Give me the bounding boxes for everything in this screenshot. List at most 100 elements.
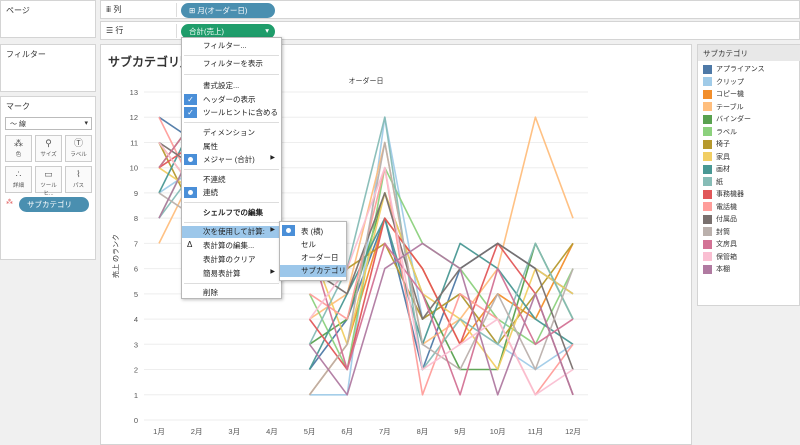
menu-item-edit-table-calc-label: 表計算の編集... [203,241,255,250]
pages-pane: ページ [0,0,96,38]
legend-label: 画材 [716,166,730,173]
color-icon: ⁂ [14,138,23,148]
menu-separator [184,169,279,170]
legend-item[interactable]: 文房具 [703,239,737,251]
y-tick-label: 9 [134,189,138,198]
x-tick-label: 3月 [228,427,240,436]
y-tick-label: 3 [134,340,138,349]
submenu-item-cell[interactable]: セル [280,239,346,251]
legend-item[interactable]: バインダー [703,114,751,126]
legend-swatch [703,252,712,262]
marks-title: マーク [6,102,30,111]
rows-icon: ☰ [106,26,116,35]
legend-label: 文房具 [716,241,737,248]
detail-button[interactable]: ∴ 詳細 [5,166,32,193]
x-tick-label: 6月 [341,427,353,436]
legend-label: 家具 [716,153,730,161]
x-tick-label: 9月 [454,427,466,436]
month-order-date-pill[interactable]: ⊞ 月(オーダー日) [181,3,275,18]
legend-item[interactable]: 事務機器 [703,189,744,201]
menu-separator [184,122,279,123]
column-header: オーダー日 [349,76,384,85]
mark-type-dropdown[interactable]: 〜 線 ▾ [5,117,92,130]
legend-item[interactable]: 電話機 [703,202,737,214]
legend-item[interactable]: アプライアンス [703,64,765,76]
tooltip-button[interactable]: ▭ ツールヒ... [35,166,62,197]
menu-item-filter[interactable]: フィルター... [182,40,281,52]
legend-label: 保管箱 [716,253,737,261]
menu-item-dimension[interactable]: ディメンション [182,127,281,139]
columns-shelf: ⅲ 列 ⊞ 月(オーダー日) [100,0,800,19]
menu-item-show-filter[interactable]: フィルターを表示 [182,58,281,70]
legend-label: アプライアンス [716,66,765,73]
legend-item[interactable]: 家具 [703,152,730,164]
y-tick-label: 12 [130,113,138,122]
submenu-item-order-date[interactable]: オーダー日 [280,252,346,264]
x-tick-label: 5月 [304,427,316,436]
menu-item-format[interactable]: 書式設定... [182,80,281,92]
chevron-down-icon: ▾ [265,26,269,35]
submenu-arrow-icon: ▶ [270,227,275,233]
menu-item-discrete[interactable]: 不連続 [182,174,281,186]
menu-item-show-header[interactable]: ヘッダーの表示 [182,94,281,106]
menu-item-delete[interactable]: 削除 [182,287,281,299]
x-tick-label: 4月 [266,427,278,436]
line-icon: 〜 [10,121,17,128]
menu-item-measure-sum[interactable]: メジャー (合計) ▶ [182,154,281,166]
legend-label: 事務機器 [716,191,744,198]
submenu-item-subcategory[interactable]: サブカテゴリ [280,265,346,277]
y-tick-label: 5 [134,290,138,299]
path-icon: ⌇ [76,169,81,179]
menu-separator [184,283,279,284]
y-tick-label: 10 [130,164,138,173]
menu-item-compute-using[interactable]: 次を使用して計算: ▶ [182,226,281,238]
y-tick-label: 11 [130,138,138,147]
menu-item-attribute[interactable]: 属性 [182,141,281,153]
path-button[interactable]: ⌇ パス [65,166,92,193]
submenu-item-table-across[interactable]: 表 (横) [280,226,346,238]
legend-label: 電話機 [716,203,737,211]
menu-item-include-in-tooltip[interactable]: ツールヒントに含める [182,107,281,119]
menu-item-edit-in-shelf[interactable]: シェルフでの編集 [182,207,281,219]
y-tick-label: 7 [134,239,138,248]
menu-item-clear-table-calc[interactable]: 表計算のクリア [182,254,281,266]
legend-item[interactable]: 封筒 [703,227,730,239]
columns-shelf-label: ⅲ 列 [106,4,121,15]
legend-item[interactable]: 紙 [703,177,723,189]
size-button[interactable]: ⚲ サイズ [35,135,62,162]
pill-context-menu: フィルター... フィルターを表示 書式設定... ✓ ヘッダーの表示 ✓ ツー… [181,37,282,299]
submenu-arrow-icon: ▶ [270,155,275,161]
menu-item-measure-sum-label: メジャー (合計) [203,155,255,164]
menu-item-edit-table-calc[interactable]: Δ 表計算の編集... [182,240,281,252]
subcategory-color-pill[interactable]: サブカテゴリ [19,197,89,212]
compute-using-submenu: 表 (横) セル オーダー日 サブカテゴリ [279,221,347,281]
legend-swatch [703,139,712,149]
legend-swatch [703,127,712,137]
menu-item-quick-table-calc[interactable]: 簡易表計算 ▶ [182,268,281,280]
y-tick-label: 13 [130,88,138,97]
legend-item[interactable]: ラベル [703,127,737,139]
legend-item[interactable]: 本棚 [703,264,730,276]
legend-item[interactable]: クリップ [703,77,744,89]
color-legend: サブカテゴリ アプライアンス クリップ コピー機 テーブル バインダー ラベル 椅子 家具 画材… [697,44,800,306]
label-button[interactable]: Ⓣ ラベル [65,135,92,162]
legend-swatch [703,64,712,74]
legend-label: 紙 [716,178,723,186]
legend-item[interactable]: 付属品 [703,214,737,226]
menu-item-continuous[interactable]: 連続 [182,187,281,199]
legend-item[interactable]: 画材 [703,164,730,176]
mark-type-label: 線 [18,121,26,128]
legend-label: クリップ [716,78,744,86]
menu-separator [184,202,279,203]
color-button[interactable]: ⁂ 色 [5,135,32,162]
legend-item[interactable]: テーブル [703,102,744,114]
legend-label: バインダー [716,116,751,123]
legend-item[interactable]: 保管箱 [703,252,737,264]
filters-title: フィルター [6,50,46,59]
legend-item[interactable]: 椅子 [703,139,730,151]
legend-swatch [703,152,712,162]
y-tick-label: 4 [134,315,138,324]
legend-item[interactable]: コピー機 [703,89,744,101]
legend-label: ラベル [716,128,737,136]
detail-button-label: 詳細 [12,183,24,189]
